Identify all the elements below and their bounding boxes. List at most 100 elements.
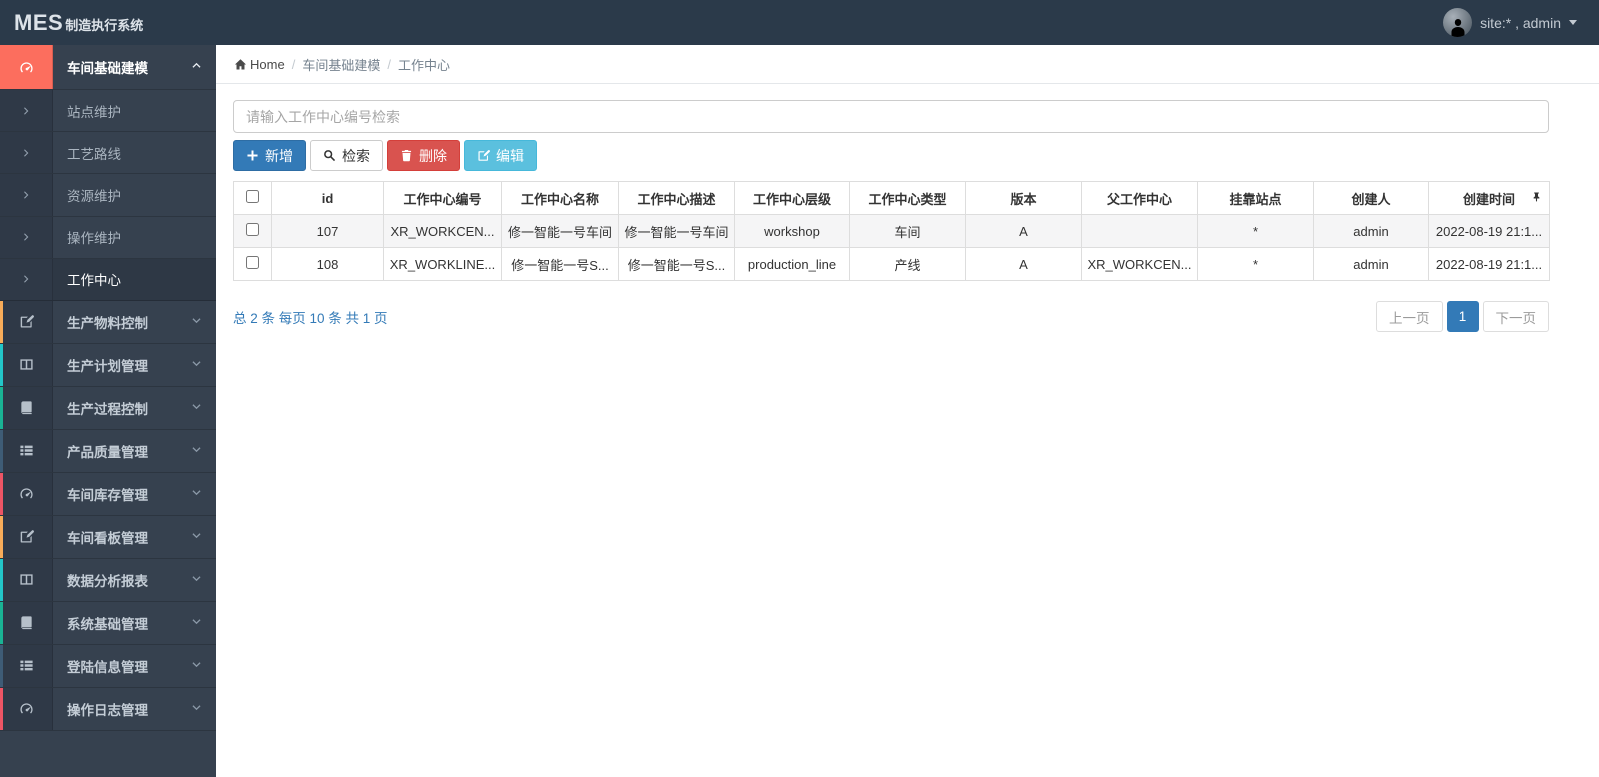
cell-code: XR_WORKCEN... — [383, 214, 502, 248]
caret-down-icon — [1569, 20, 1577, 25]
column-header-type[interactable]: 工作中心类型 — [849, 181, 966, 215]
table-row[interactable]: 108 XR_WORKLINE... 修一智能一号S... 修一智能一号S...… — [233, 247, 1550, 281]
column-header-version[interactable]: 版本 — [965, 181, 1082, 215]
sidebar-item-process-route[interactable]: 工艺路线 — [0, 132, 216, 175]
cell-id: 107 — [271, 214, 384, 248]
columns-icon — [0, 343, 53, 386]
table-header-row: id 工作中心编号 工作中心名称 工作中心描述 工作中心层级 工作中心类型 版本… — [233, 181, 1550, 215]
sidebar-item-resource-maintenance[interactable]: 资源维护 — [0, 174, 216, 217]
top-navbar: MES 制造执行系统 site:* , admin — [0, 0, 1599, 45]
chevron-right-icon — [0, 132, 53, 174]
column-header-parent[interactable]: 父工作中心 — [1081, 181, 1198, 215]
row-checkbox[interactable] — [246, 223, 259, 236]
chevron-down-icon — [191, 356, 202, 374]
sidebar-section-operation-logs[interactable]: 操作日志管理 — [0, 687, 216, 731]
sidebar-section-board-management[interactable]: 车间看板管理 — [0, 515, 216, 559]
column-header-name[interactable]: 工作中心名称 — [501, 181, 619, 215]
breadcrumb-item-current: 工作中心 — [397, 57, 450, 73]
breadcrumb: Home / 车间基础建模 / 工作中心 — [216, 45, 1599, 84]
sidebar-section-label: 生产过程控制 — [67, 401, 148, 417]
next-page-button[interactable]: 下一页 — [1482, 301, 1549, 332]
prev-page-button[interactable]: 上一页 — [1376, 301, 1443, 332]
search-input[interactable] — [233, 100, 1549, 133]
delete-button-label: 删除 — [419, 147, 447, 164]
cell-site: * — [1197, 247, 1314, 281]
column-header-id[interactable]: id — [271, 181, 384, 215]
sidebar-section-workshop-modeling[interactable]: 车间基础建模 — [0, 45, 216, 90]
sidebar-section-inventory-management[interactable]: 车间库存管理 — [0, 472, 216, 516]
chevron-right-icon — [0, 90, 53, 132]
sidebar-section-data-reports[interactable]: 数据分析报表 — [0, 558, 216, 602]
cell-creator: admin — [1313, 247, 1429, 281]
sidebar-section-label: 车间基础建模 — [67, 61, 148, 76]
sidebar-item-label: 工作中心 — [67, 273, 121, 289]
sidebar-item-site-maintenance[interactable]: 站点维护 — [0, 90, 216, 133]
chevron-down-icon — [191, 528, 202, 546]
cell-version: A — [965, 247, 1082, 281]
accent-strip — [0, 558, 3, 601]
breadcrumb-item[interactable]: 车间基础建模 — [302, 55, 380, 74]
sidebar-section-material-control[interactable]: 生产物料控制 — [0, 300, 216, 344]
cell-type: 产线 — [849, 247, 966, 281]
delete-button[interactable]: 删除 — [387, 140, 460, 171]
breadcrumb-home[interactable]: Home — [234, 57, 285, 72]
sidebar-section-system-management[interactable]: 系统基础管理 — [0, 601, 216, 645]
chevron-down-icon — [191, 485, 202, 503]
person-icon — [1451, 18, 1465, 37]
add-button[interactable]: 新增 — [233, 140, 306, 171]
user-menu[interactable]: site:* , admin — [1443, 8, 1599, 37]
sidebar-section-quality-management[interactable]: 产品质量管理 — [0, 429, 216, 473]
search-icon — [324, 150, 336, 162]
edit-button-label: 编辑 — [496, 147, 524, 164]
edit-button[interactable]: 编辑 — [464, 140, 537, 171]
sidebar-item-work-center[interactable]: 工作中心 — [0, 258, 216, 301]
table-row[interactable]: 107 XR_WORKCEN... 修一智能一号车间 修一智能一号车间 work… — [233, 214, 1550, 248]
pin-icon[interactable] — [1531, 191, 1542, 206]
accent-strip — [0, 343, 3, 386]
plus-icon — [247, 150, 258, 161]
list-icon — [0, 644, 53, 687]
chevron-down-icon — [191, 614, 202, 632]
list-icon — [0, 429, 53, 472]
chevron-right-icon — [0, 216, 53, 258]
sidebar-section-label: 生产计划管理 — [67, 358, 148, 374]
sidebar-section-label: 车间看板管理 — [67, 530, 148, 546]
chevron-down-icon — [191, 442, 202, 460]
toolbar: 新增 检索 删除 编辑 — [233, 140, 1549, 171]
column-header-site[interactable]: 挂靠站点 — [1197, 181, 1314, 215]
book-icon — [0, 601, 53, 644]
home-icon — [234, 58, 247, 70]
cell-type: 车间 — [849, 214, 966, 248]
cell-creator: admin — [1313, 214, 1429, 248]
column-header-level[interactable]: 工作中心层级 — [734, 181, 850, 215]
column-header-label: 创建时间 — [1462, 191, 1515, 207]
sidebar-section-label: 系统基础管理 — [67, 616, 148, 632]
current-page-button[interactable]: 1 — [1446, 301, 1479, 332]
sidebar-section-login-info[interactable]: 登陆信息管理 — [0, 644, 216, 688]
column-header-created-time[interactable]: 创建时间 — [1428, 181, 1550, 215]
chevron-down-icon — [191, 700, 202, 718]
sidebar: 车间基础建模 站点维护 工艺路线 资源维护 操作维护 工作中心 生产物料控制 生… — [0, 45, 216, 777]
search-button-label: 检索 — [342, 147, 370, 164]
cell-description: 修一智能一号S... — [618, 247, 735, 281]
sidebar-section-plan-management[interactable]: 生产计划管理 — [0, 343, 216, 387]
sidebar-section-process-control[interactable]: 生产过程控制 — [0, 386, 216, 430]
cell-level: workshop — [734, 214, 850, 248]
sidebar-section-label: 操作日志管理 — [67, 702, 148, 718]
column-header-code[interactable]: 工作中心编号 — [383, 181, 502, 215]
column-header-creator[interactable]: 创建人 — [1313, 181, 1429, 215]
row-checkbox[interactable] — [246, 256, 259, 269]
search-button[interactable]: 检索 — [310, 140, 383, 171]
sidebar-item-label: 站点维护 — [67, 104, 121, 120]
avatar[interactable] — [1443, 8, 1473, 37]
cell-code: XR_WORKLINE... — [383, 247, 502, 281]
column-header-description[interactable]: 工作中心描述 — [618, 181, 735, 215]
cell-site: * — [1197, 214, 1314, 248]
dashboard-icon — [0, 687, 53, 730]
pagination-summary[interactable]: 总 2 条 每页 10 条 共 1 页 — [233, 307, 388, 327]
sidebar-item-operation-maintenance[interactable]: 操作维护 — [0, 216, 216, 259]
cell-name: 修一智能一号车间 — [501, 214, 619, 248]
sidebar-item-label: 操作维护 — [67, 231, 121, 247]
add-button-label: 新增 — [265, 147, 293, 164]
select-all-checkbox[interactable] — [246, 190, 259, 203]
